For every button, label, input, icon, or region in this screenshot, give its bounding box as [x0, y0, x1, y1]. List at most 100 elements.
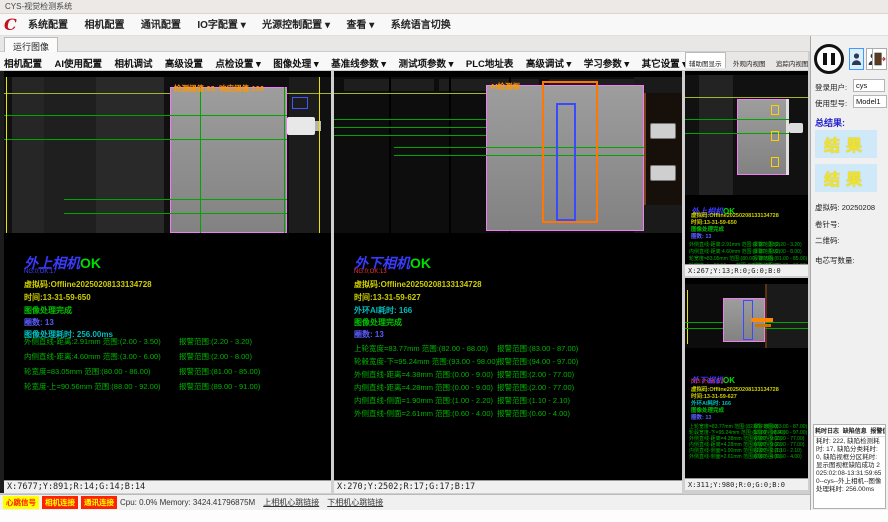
roi-blue-box — [556, 103, 576, 221]
tab-run-image[interactable]: 运行图像 — [4, 37, 58, 52]
aux-panel-upper: 外上相机OK 虚拟码:Offline20250208133134728 时间:1… — [685, 71, 808, 276]
tab-track-inner-view[interactable]: 追踪内视图 — [773, 53, 808, 68]
turn-count: 圈数: 13 — [24, 317, 54, 328]
ai-box-label: AI检测框 — [490, 81, 520, 92]
threshold-overlay: 检测阈值:93, 响应阈值:100 — [174, 83, 264, 94]
comm-connect-badge: 通讯连接 — [81, 496, 117, 509]
ng-ok-counter: NG:0;OK:17 — [24, 269, 57, 275]
alarm-range: 报警范围:(81.00 - 85.00) — [753, 255, 807, 262]
alarm-range: 报警范围:(2.00 - 77.00) — [497, 382, 574, 393]
alarm-range: 报警范围:(2.00 - 77.00) — [497, 369, 574, 380]
log-tabs: 耗时日志 缺陷信息 报警信息 — [814, 425, 885, 437]
app-logo-icon: C — [4, 15, 20, 34]
tool-spotcheck-settings[interactable]: 点检设置 ▾ — [211, 52, 264, 70]
sidebar: 登录用户: cys 使用型号: Model1 总结果: 结果 结果 虚拟码: 2… — [810, 36, 888, 510]
alarm-range: 报警范围:(0.60 - 4.00) — [497, 408, 570, 419]
menu-system-config[interactable]: 系统配置 — [22, 14, 74, 34]
measurement-value: 上轮宽度=83.77mm 范围:(82.00 - 88.00) — [354, 343, 488, 354]
tool-test-params[interactable]: 测试项参数 ▾ — [395, 52, 458, 70]
measurement-value: 轮毂宽度-下=95.24mm 范围:(93.00 - 98.00) — [354, 356, 498, 367]
alarm-range: 报警范围:(83.00 - 87.00) — [497, 343, 578, 354]
pause-button[interactable] — [814, 44, 844, 74]
tool-image-processing[interactable]: 图像处理 ▾ — [269, 52, 322, 70]
lower-camera-heartbeat-link[interactable]: 下相机心跳链接 — [327, 497, 383, 508]
alarm-range: 报警范围:(2.00 - 8.00) — [753, 248, 802, 255]
ai-elapsed: 外环AI耗时: 166 — [354, 305, 412, 316]
window-title: CYS-视觉检测系统 — [5, 2, 72, 11]
log-text: 耗时: 222, 缺陷检测耗时: 17, 缺陷分类耗时: 0, 缺陷视框分区耗时… — [814, 437, 885, 495]
alarm-range: 报警范围:(0.60 - 4.00) — [753, 453, 802, 460]
turn-count: 圈数: 13 — [691, 232, 711, 240]
virtual-code-label: 虚拟码: — [815, 203, 840, 212]
app-window: CYS-视觉检测系统 C 系统配置 相机配置 通讯配置 IO字配置 ▾ 光源控制… — [0, 0, 888, 522]
measurement-value: 外侧直线-距离:2.91mm 范围:(2.00 - 3.50) — [24, 336, 161, 347]
tool-other-settings[interactable]: 其它设置 ▾ — [638, 52, 685, 70]
virtual-code-value: 20250208 — [842, 203, 875, 212]
menu-language-switch[interactable]: 系统语言切换 — [385, 14, 457, 34]
cpu-memory-status: Cpu: 0.0% Memory: 3424.41796875M — [120, 498, 255, 507]
aux-image-upper[interactable] — [685, 75, 808, 195]
menu-light-config[interactable]: 光源控制配置 ▾ — [256, 14, 336, 34]
measurement-value: 内侧直线-距离:4.60mm 范围:(3.00 - 6.00) — [24, 351, 161, 362]
tool-ai-usage-config[interactable]: AI使用配置 — [50, 52, 106, 70]
measurement-value: 内侧直线-侧面=1.90mm 范围:(1.00 - 2.20) — [354, 395, 493, 406]
menubar: C 系统配置 相机配置 通讯配置 IO字配置 ▾ 光源控制配置 ▾ 查看 ▾ 系… — [0, 14, 888, 36]
alarm-range: 报警范围:(2.20 - 3.20) — [179, 336, 252, 347]
result-box-upper: 结果 — [815, 130, 877, 158]
pixel-coords-status: X:7677;Y:891;R:14;G:14;B:14 — [4, 480, 331, 493]
upper-camera-heartbeat-link[interactable]: 上相机心跳链接 — [263, 497, 319, 508]
capture-time: 时间:13-31-59-650 — [24, 292, 91, 303]
alarm-range: 报警范围:(94.00 - 97.00) — [497, 356, 578, 367]
bottom-margin — [0, 510, 888, 522]
capture-time: 时间:13-31-59-627 — [354, 292, 421, 303]
fixture-part — [644, 93, 682, 205]
camera-panel-upper-outer: 检测阈值:93, 响应阈值:100 外上相机OK NG:0;OK:17 虚拟码:… — [4, 71, 331, 493]
menu-io-config[interactable]: IO字配置 ▾ — [191, 14, 251, 34]
tool-plc-address-table[interactable]: PLC地址表 — [462, 52, 518, 70]
measurement-value: 轮宽度=83.05mm 范围:(80.00 - 86.00) — [24, 366, 151, 377]
alarm-range: 报警范围:(81.00 - 85.00) — [179, 366, 260, 377]
tab-outer-inner-view[interactable]: 外观内视图 — [730, 53, 769, 68]
heartbeat-badge: 心跳信号 — [3, 496, 39, 509]
model-label: 使用型号: — [815, 98, 847, 109]
pixel-coords-status: X:267;Y:13;R:0;G:0;B:0 — [685, 264, 808, 276]
tool-baseline-params[interactable]: 基准线参数 ▾ — [327, 52, 390, 70]
ok-status: OK — [80, 255, 101, 271]
aux-image-lower[interactable] — [685, 284, 808, 348]
tool-advanced-settings[interactable]: 高级设置 — [161, 52, 207, 70]
menu-comm-config[interactable]: 通讯配置 — [135, 14, 187, 34]
tool-camera-debug[interactable]: 相机调试 — [110, 52, 156, 70]
exit-button[interactable] — [872, 48, 887, 70]
turn-count: 圈数: 13 — [354, 329, 384, 340]
camera-image-lower-outer[interactable]: AI检测框 — [334, 77, 682, 233]
user-mode-button[interactable] — [849, 48, 864, 70]
log-tab-elapsed[interactable]: 耗时日志 — [815, 429, 839, 435]
pixel-coords-status: X:311;Y:980;R:0;G:0;B:0 — [685, 478, 808, 490]
menu-view[interactable]: 查看 ▾ — [340, 14, 380, 34]
window-titlebar: CYS-视觉检测系统 — [0, 0, 888, 14]
camera-image-upper-outer[interactable]: 检测阈值:93, 响应阈值:100 — [4, 77, 331, 233]
log-tab-defect[interactable]: 缺陷信息 — [843, 429, 867, 435]
login-user-field[interactable]: cys — [853, 79, 885, 92]
tabstrip: 运行图像 — [0, 36, 810, 52]
tool-advanced-debug[interactable]: 高级调试 ▾ — [522, 52, 575, 70]
log-tab-alarm[interactable]: 报警信息 — [870, 429, 886, 435]
virtual-code: 虚拟码:Offline20250208133134728 — [354, 279, 482, 290]
ng-ok-counter: NG:0;OK:13 — [354, 269, 387, 275]
aux-panel-lower: 外下相机OK NG:0;OK:13 虚拟码:Offline20250208133… — [685, 278, 808, 490]
statusbar: 心跳信号 相机连接 通讯连接 Cpu: 0.0% Memory: 3424.41… — [0, 494, 810, 510]
turn-count: 圈数: 13 — [691, 413, 711, 421]
tab-aux-display[interactable]: 辅助图显示 — [685, 52, 726, 68]
menu-camera-config[interactable]: 相机配置 — [78, 14, 130, 34]
needle-number-label: 卷针号: — [815, 219, 840, 230]
measurement-value: 外侧直线-侧面=2.61mm 范围:(0.60 - 4.00) — [354, 408, 493, 419]
tool-camera-config[interactable]: 相机配置 — [0, 52, 46, 70]
connector-part — [789, 123, 803, 133]
ok-status: OK — [723, 376, 735, 385]
measurement-value: 轮宽度-上=90.56mm 范围:(88.00 - 92.00) — [24, 381, 161, 392]
measurement-value: 内侧直线-距离=4.28mm 范围:(0.00 - 9.00) — [354, 382, 493, 393]
exit-door-icon — [874, 52, 886, 66]
model-field[interactable]: Model1 — [853, 95, 887, 108]
camera-panel-lower-outer: AI检测框 外下相机OK NG:0;OK:13 虚拟码:Offline20250… — [334, 71, 682, 493]
tool-learning-params[interactable]: 学习参数 ▾ — [580, 52, 633, 70]
